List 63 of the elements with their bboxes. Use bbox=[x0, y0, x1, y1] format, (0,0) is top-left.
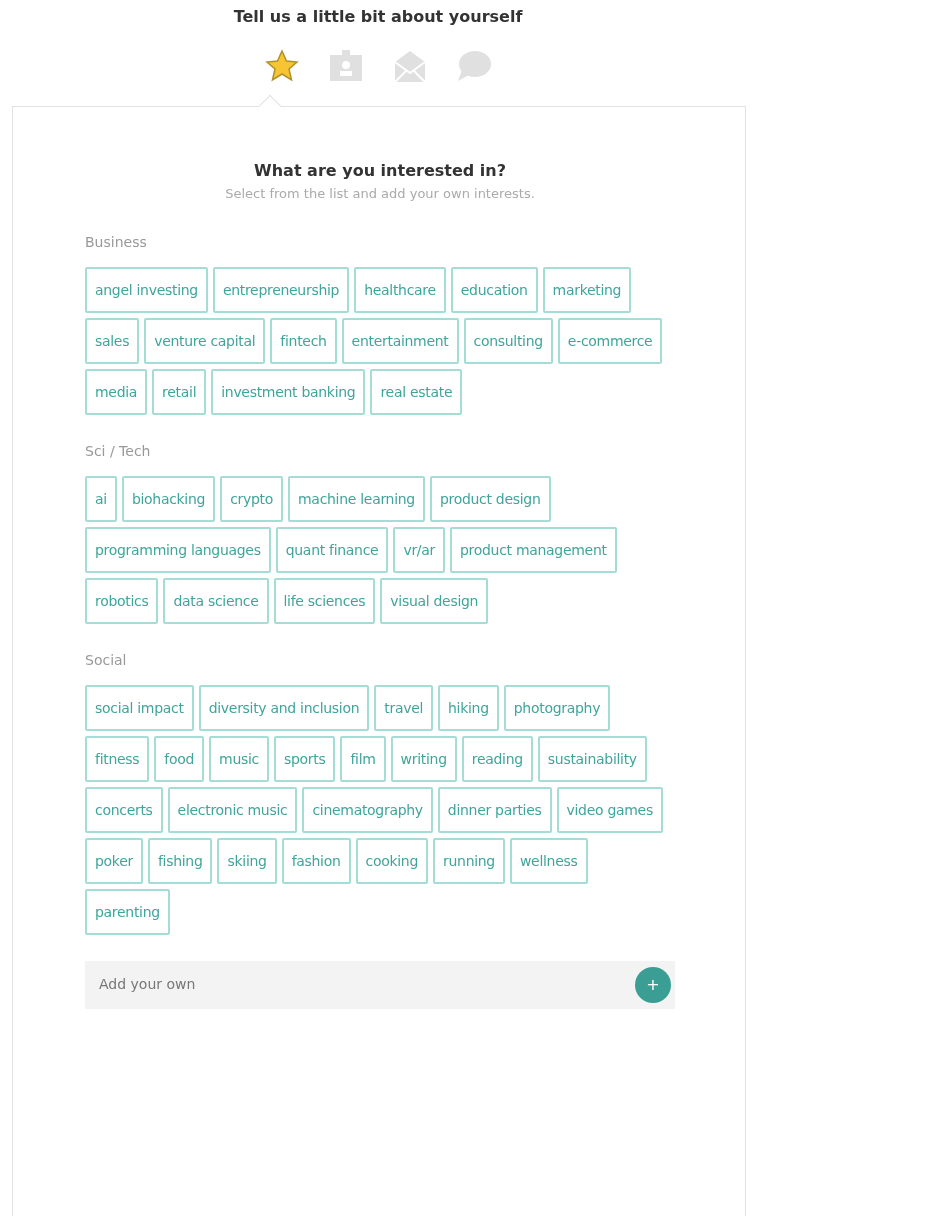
interest-tag[interactable]: cinematography bbox=[302, 786, 433, 833]
interest-tag[interactable]: running bbox=[433, 837, 505, 884]
interest-tag[interactable]: quant finance bbox=[275, 526, 389, 573]
interest-tag[interactable]: music bbox=[209, 735, 269, 782]
interest-tag[interactable]: product management bbox=[450, 526, 617, 573]
add-button[interactable]: + bbox=[635, 966, 671, 1003]
interest-tag[interactable]: visual design bbox=[380, 577, 489, 624]
interest-tag[interactable]: writing bbox=[390, 735, 457, 782]
interest-tag[interactable]: fintech bbox=[270, 317, 337, 364]
interest-tag[interactable]: e-commerce bbox=[557, 317, 663, 364]
interest-tag[interactable]: film bbox=[340, 735, 386, 782]
interest-tag[interactable]: hiking bbox=[438, 684, 499, 731]
interest-tag[interactable]: sales bbox=[85, 317, 140, 364]
interest-tag[interactable]: wellness bbox=[509, 837, 588, 884]
section-label: Business bbox=[85, 232, 148, 252]
interest-tag[interactable]: fashion bbox=[281, 837, 351, 884]
section-label: Social bbox=[85, 650, 128, 670]
interest-tag[interactable]: concerts bbox=[85, 786, 163, 833]
interest-tag[interactable]: real estate bbox=[370, 368, 463, 415]
interest-tag[interactable]: poker bbox=[85, 837, 143, 884]
page-heading: Tell us a little bit about yourself bbox=[232, 6, 524, 27]
interest-tag[interactable]: angel investing bbox=[85, 266, 208, 313]
interest-tag[interactable]: fishing bbox=[147, 837, 213, 884]
interest-tag[interactable]: media bbox=[85, 368, 148, 415]
interest-tag[interactable]: vr/ar bbox=[393, 526, 445, 573]
interest-tag[interactable]: cooking bbox=[355, 837, 429, 884]
interest-tag[interactable]: consulting bbox=[463, 317, 553, 364]
interest-tag[interactable]: investment banking bbox=[211, 368, 366, 415]
interest-tag[interactable]: robotics bbox=[85, 577, 159, 624]
interest-tag[interactable]: entrepreneurship bbox=[212, 266, 350, 313]
card-title: What are you interested in? bbox=[253, 161, 507, 181]
interest-tag[interactable]: sports bbox=[273, 735, 336, 782]
add-interest-field[interactable]: Add your own + bbox=[85, 960, 675, 1009]
interest-tag[interactable]: product design bbox=[429, 475, 551, 522]
interest-tag[interactable]: social impact bbox=[85, 684, 194, 731]
interest-tag[interactable]: retail bbox=[152, 368, 207, 415]
star-icon[interactable] bbox=[262, 48, 302, 85]
interest-tag[interactable]: life sciences bbox=[273, 577, 376, 624]
interest-tag[interactable]: dinner parties bbox=[437, 786, 552, 833]
section-label: Sci / Tech bbox=[85, 441, 152, 461]
interest-tag[interactable]: parenting bbox=[85, 888, 170, 935]
card-subtitle: Select from the list and add your own interests. bbox=[224, 185, 536, 204]
interest-tag[interactable]: skiing bbox=[217, 837, 277, 884]
interest-tag[interactable]: data science bbox=[163, 577, 269, 624]
interest-tag[interactable]: healthcare bbox=[354, 266, 446, 313]
interest-tag[interactable]: travel bbox=[374, 684, 434, 731]
interest-tag[interactable]: machine learning bbox=[288, 475, 425, 522]
interest-tag[interactable]: biohacking bbox=[121, 475, 216, 522]
interest-tag[interactable]: education bbox=[450, 266, 538, 313]
interest-tag[interactable]: diversity and inclusion bbox=[198, 684, 370, 731]
interest-tag[interactable]: reading bbox=[461, 735, 533, 782]
interest-tag[interactable]: marketing bbox=[542, 266, 632, 313]
interest-tag[interactable]: entertainment bbox=[341, 317, 459, 364]
interest-tag[interactable]: crypto bbox=[220, 475, 283, 522]
interest-tag[interactable]: programming languages bbox=[85, 526, 271, 573]
interest-tag[interactable]: venture capital bbox=[144, 317, 266, 364]
interest-tag[interactable]: photography bbox=[503, 684, 611, 731]
interest-tag[interactable]: fitness bbox=[85, 735, 150, 782]
interest-tag[interactable]: video games bbox=[556, 786, 663, 833]
interest-tag[interactable]: food bbox=[154, 735, 205, 782]
interest-tag[interactable]: electronic music bbox=[167, 786, 298, 833]
interest-tag[interactable]: ai bbox=[85, 475, 117, 522]
interest-tag[interactable]: sustainability bbox=[537, 735, 647, 782]
